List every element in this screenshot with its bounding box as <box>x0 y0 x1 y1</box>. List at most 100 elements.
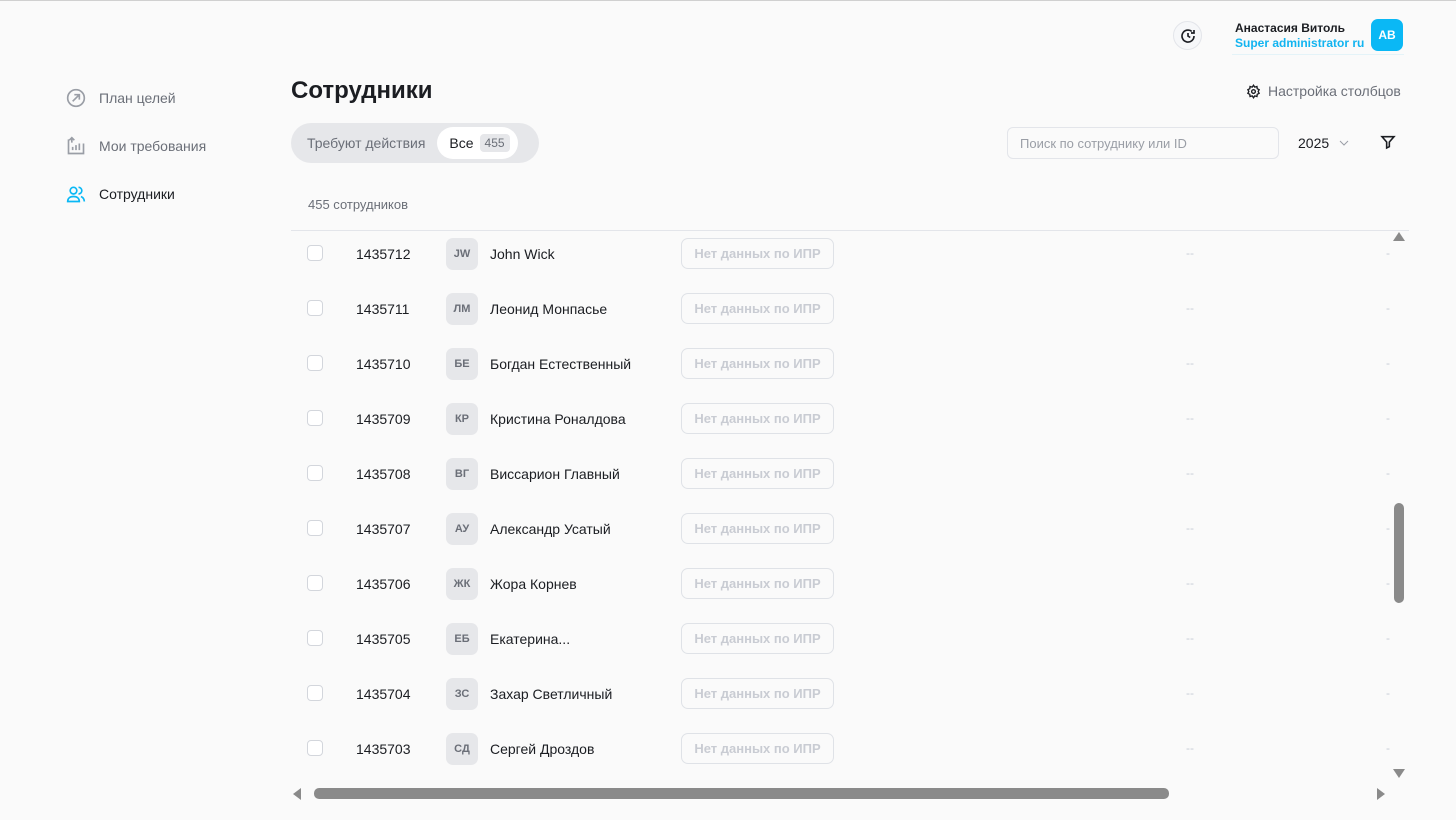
table-row[interactable]: 1435710 БЕ Богдан Естественный Нет данны… <box>291 342 1391 397</box>
employee-name[interactable]: John Wick <box>490 246 555 262</box>
empty-cell: - <box>1386 301 1390 315</box>
row-checkbox[interactable] <box>307 740 323 756</box>
tab-all[interactable]: Все 455 <box>437 127 518 159</box>
scroll-down-arrow[interactable] <box>1393 769 1405 778</box>
employee-count: 455 сотрудников <box>308 197 408 212</box>
empty-cell: - <box>1386 466 1390 480</box>
row-checkbox[interactable] <box>307 300 323 316</box>
scroll-left-arrow[interactable] <box>293 788 301 800</box>
filter-icon <box>1380 135 1396 150</box>
row-checkbox[interactable] <box>307 410 323 426</box>
ipr-status-badge: Нет данных по ИПР <box>681 403 834 434</box>
sidebar-item-goal-plan[interactable]: План целей <box>66 88 176 108</box>
table-row[interactable]: 1435709 КР Кристина Роналдова Нет данных… <box>291 397 1391 452</box>
employee-avatar: КР <box>446 403 478 435</box>
sidebar-item-label: Мои требования <box>99 138 207 154</box>
ipr-status-badge: Нет данных по ИПР <box>681 733 834 764</box>
empty-cell: -- <box>1186 741 1194 755</box>
empty-cell: -- <box>1186 576 1194 590</box>
user-profile[interactable]: Анастасия Витоль Super administrator ru … <box>1232 19 1404 55</box>
sidebar-item-label: План целей <box>99 90 176 106</box>
employee-id: 1435706 <box>356 576 411 592</box>
empty-cell: -- <box>1186 686 1194 700</box>
goal-arrow-icon <box>66 88 86 108</box>
employee-name[interactable]: Жора Корнев <box>490 576 577 592</box>
column-settings-button[interactable]: Настройка столбцов <box>1246 83 1401 99</box>
search-input[interactable] <box>1007 127 1279 159</box>
empty-cell: -- <box>1186 631 1194 645</box>
employee-avatar: СД <box>446 733 478 765</box>
page-title: Сотрудники <box>291 77 433 104</box>
employee-name[interactable]: Кристина Роналдова <box>490 411 626 427</box>
empty-cell: - <box>1386 741 1390 755</box>
scroll-up-arrow[interactable] <box>1393 232 1405 241</box>
row-checkbox[interactable] <box>307 630 323 646</box>
ipr-status-badge: Нет данных по ИПР <box>681 678 834 709</box>
row-checkbox[interactable] <box>307 245 323 261</box>
employee-avatar: ЕБ <box>446 623 478 655</box>
table-row[interactable]: 1435707 АУ Александр Усатый Нет данных п… <box>291 507 1391 562</box>
vertical-scrollbar[interactable] <box>1394 503 1404 603</box>
table-row[interactable]: 1435703 СД Сергей Дроздов Нет данных по … <box>291 727 1391 779</box>
table-row[interactable]: 1435711 ЛМ Леонид Монпасье Нет данных по… <box>291 287 1391 342</box>
employee-name[interactable]: Александр Усатый <box>490 521 611 537</box>
empty-cell: -- <box>1186 466 1194 480</box>
year-value: 2025 <box>1298 135 1330 151</box>
empty-cell: -- <box>1186 356 1194 370</box>
row-checkbox[interactable] <box>307 575 323 591</box>
ipr-status-badge: Нет данных по ИПР <box>681 293 834 324</box>
ipr-status-badge: Нет данных по ИПР <box>681 623 834 654</box>
employee-name[interactable]: Екатерина... <box>490 631 570 647</box>
empty-cell: - <box>1386 246 1390 260</box>
employee-name[interactable]: Захар Светличный <box>490 686 612 702</box>
empty-cell: -- <box>1186 411 1194 425</box>
employee-name[interactable]: Виссарион Главный <box>490 466 620 482</box>
filter-button[interactable] <box>1380 134 1396 155</box>
employee-avatar: ЖК <box>446 568 478 600</box>
table-row[interactable]: 1435705 ЕБ Екатерина... Нет данных по ИП… <box>291 617 1391 672</box>
tab-all-label: Все <box>449 135 474 151</box>
employee-id: 1435711 <box>356 301 410 317</box>
row-checkbox[interactable] <box>307 465 323 481</box>
employee-avatar: БЕ <box>446 348 478 380</box>
employee-name[interactable]: Леонид Монпасье <box>490 301 607 317</box>
sidebar-item-employees[interactable]: Сотрудники <box>66 184 175 204</box>
row-checkbox[interactable] <box>307 520 323 536</box>
gear-icon <box>1246 83 1261 99</box>
history-button[interactable] <box>1173 21 1202 50</box>
ipr-status-badge: Нет данных по ИПР <box>681 513 834 544</box>
employee-avatar: ВГ <box>446 458 478 490</box>
history-icon <box>1180 28 1195 43</box>
chevron-down-icon <box>1339 140 1349 146</box>
employee-name[interactable]: Сергей Дроздов <box>490 741 594 757</box>
ipr-status-badge: Нет данных по ИПР <box>681 568 834 599</box>
table-row[interactable]: 1435706 ЖК Жора Корнев Нет данных по ИПР… <box>291 562 1391 617</box>
ipr-status-badge: Нет данных по ИПР <box>681 348 834 379</box>
filter-tabs: Требуют действия Все 455 <box>291 123 539 163</box>
employee-avatar: JW <box>446 238 478 270</box>
table-row[interactable]: 1435708 ВГ Виссарион Главный Нет данных … <box>291 452 1391 507</box>
employee-id: 1435712 <box>356 246 411 262</box>
table-row[interactable]: 1435712 JW John Wick Нет данных по ИПР -… <box>291 232 1391 287</box>
ipr-status-badge: Нет данных по ИПР <box>681 238 834 269</box>
users-icon <box>66 186 86 203</box>
horizontal-scrollbar[interactable] <box>314 788 1169 799</box>
employee-name[interactable]: Богдан Естественный <box>490 356 631 372</box>
user-role: Super administrator ru <box>1235 36 1365 50</box>
employee-avatar: АУ <box>446 513 478 545</box>
year-select[interactable]: 2025 <box>1298 135 1349 151</box>
scroll-right-arrow[interactable] <box>1377 788 1385 800</box>
row-checkbox[interactable] <box>307 685 323 701</box>
employee-table: 1435712 JW John Wick Нет данных по ИПР -… <box>291 231 1391 779</box>
employee-id: 1435709 <box>356 411 411 427</box>
empty-cell: -- <box>1186 521 1194 535</box>
employee-id: 1435704 <box>356 686 411 702</box>
empty-cell: - <box>1386 356 1390 370</box>
empty-cell: -- <box>1186 246 1194 260</box>
row-checkbox[interactable] <box>307 355 323 371</box>
employee-id: 1435705 <box>356 631 411 647</box>
sidebar-item-requirements[interactable]: Мои требования <box>66 136 206 156</box>
table-row[interactable]: 1435704 ЗС Захар Светличный Нет данных п… <box>291 672 1391 727</box>
tab-requires-action[interactable]: Требуют действия <box>295 135 437 151</box>
chart-upload-icon <box>67 136 85 155</box>
